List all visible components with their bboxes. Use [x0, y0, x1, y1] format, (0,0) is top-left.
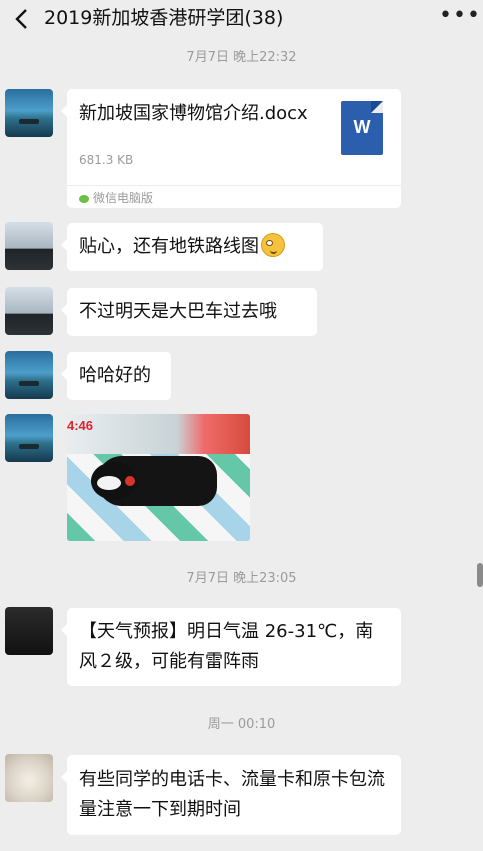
- message-text: 不过明天是大巴车过去哦: [79, 301, 277, 322]
- kumamon-mouth: [97, 476, 121, 490]
- avatar[interactable]: [5, 754, 53, 802]
- message-text: 贴心，还有地铁路线图: [79, 236, 259, 257]
- avatar[interactable]: [5, 607, 53, 655]
- message-text: 有些同学的电话卡、流量卡和原卡包流量注意一下到期时间: [79, 769, 385, 820]
- image-message[interactable]: 4:46: [67, 414, 250, 541]
- word-document-icon: W: [341, 101, 383, 155]
- avatar[interactable]: [5, 351, 53, 399]
- photo-background: [67, 414, 250, 454]
- message-bubble[interactable]: 哈哈好的: [61, 352, 171, 400]
- word-icon-letter: W: [353, 117, 371, 137]
- message-bubble[interactable]: 有些同学的电话卡、流量卡和原卡包流量注意一下到期时间: [61, 755, 401, 835]
- file-source-label: 微信电脑版: [93, 191, 154, 205]
- avatar[interactable]: [5, 222, 53, 270]
- timestamp: 7月7日 晚上23:05: [186, 571, 297, 586]
- back-arrow-icon[interactable]: [10, 6, 36, 32]
- file-message[interactable]: 新加坡国家博物馆介绍.docx 681.3 KB W 微信电脑版: [61, 89, 401, 208]
- avatar[interactable]: [5, 89, 53, 137]
- timestamp: 7月7日 晚上22:32: [186, 50, 297, 65]
- chat-title: 2019新加坡香港研学团(38): [44, 7, 284, 29]
- message-bubble[interactable]: 贴心，还有地铁路线图: [61, 223, 323, 271]
- message-bubble[interactable]: 不过明天是大巴车过去哦: [61, 288, 317, 336]
- message-text: 【天气预报】明日气温 26-31℃，南风２级，可能有雷阵雨: [79, 621, 374, 672]
- chat-header: 2019新加坡香港研学团(38) •••: [0, 0, 483, 38]
- file-card-divider: [67, 185, 401, 186]
- photo-overlay-text: 4:46: [67, 418, 94, 433]
- message-bubble[interactable]: 【天气预报】明日气温 26-31℃，南风２级，可能有雷阵雨: [61, 608, 401, 686]
- smiling-face-emoji-icon: [261, 233, 285, 257]
- file-name: 新加坡国家博物馆介绍.docx: [79, 103, 308, 124]
- more-options-icon[interactable]: •••: [439, 5, 480, 28]
- message-text: 哈哈好的: [79, 365, 151, 386]
- file-size: 681.3 KB: [79, 153, 134, 167]
- wechat-icon: [79, 195, 89, 203]
- timestamp: 周一 00:10: [207, 717, 276, 732]
- avatar[interactable]: [5, 414, 53, 462]
- avatar[interactable]: [5, 287, 53, 335]
- kumamon-cheek: [125, 476, 135, 486]
- scrollbar[interactable]: [477, 563, 483, 587]
- file-source: 微信电脑版: [79, 189, 153, 206]
